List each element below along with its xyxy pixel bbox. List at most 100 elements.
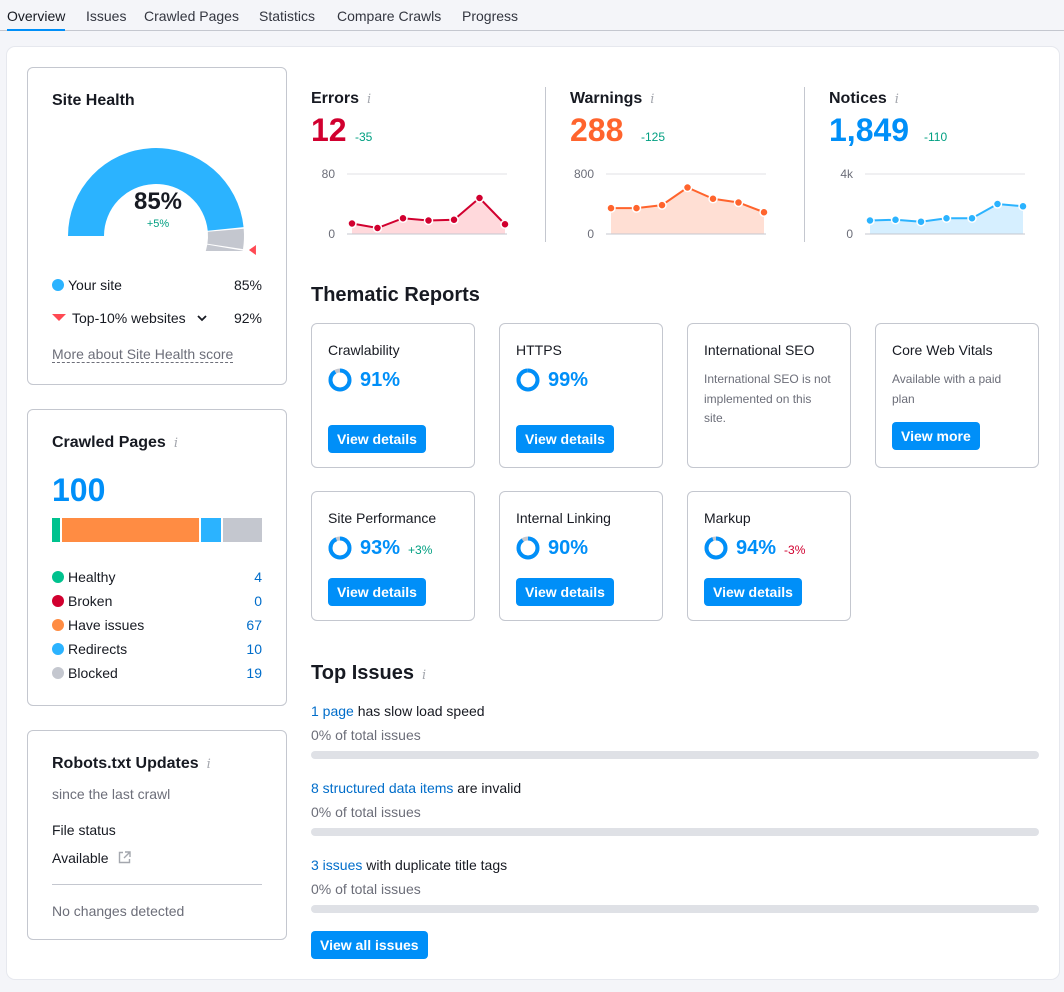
- notices-count[interactable]: 1,849: [829, 112, 909, 149]
- sparkline-point[interactable]: [759, 207, 769, 217]
- tab-progress[interactable]: Progress: [462, 8, 518, 25]
- sparkline-point[interactable]: [865, 215, 875, 226]
- tab-statistics[interactable]: Statistics: [259, 8, 315, 25]
- legend-your-site: Your site 85%: [52, 277, 262, 293]
- info-icon[interactable]: i: [367, 92, 371, 107]
- sparkline-point[interactable]: [890, 215, 901, 225]
- sparkline-point[interactable]: [398, 213, 408, 223]
- thematic-score: 91%: [328, 368, 400, 392]
- crawled-row-have-issues: Have issues 67: [52, 617, 262, 633]
- thematic-card-title: Core Web Vitals: [892, 342, 993, 358]
- tab-compare-crawls[interactable]: Compare Crawls: [337, 8, 441, 25]
- sparkline-point[interactable]: [474, 193, 485, 203]
- legend-top10[interactable]: Top-10% websites 92%: [52, 310, 262, 326]
- sparkline-point[interactable]: [967, 213, 977, 223]
- row-value[interactable]: 4: [254, 569, 262, 585]
- issue-description: 1 page has slow load speed: [311, 703, 1039, 719]
- view-details-button[interactable]: View details: [516, 425, 614, 453]
- thematic-score: 93% +3%: [328, 536, 432, 560]
- sparkline-point[interactable]: [347, 218, 357, 229]
- y-axis-min-label: 0: [328, 227, 335, 241]
- crawled-row-blocked: Blocked 19: [52, 665, 262, 681]
- sparkline-point[interactable]: [657, 200, 667, 210]
- top-issue-item: 8 structured data items are invalid 0% of…: [311, 780, 1039, 836]
- bar-segment-redirects[interactable]: [200, 518, 222, 542]
- row-value[interactable]: 67: [246, 617, 262, 633]
- view-details-button[interactable]: View details: [328, 578, 426, 606]
- issue-link[interactable]: 3 issues: [311, 857, 362, 873]
- row-value[interactable]: 19: [246, 665, 262, 681]
- top-issues-title-text: Top Issues: [311, 662, 414, 684]
- thematic-card-title: Markup: [704, 510, 751, 526]
- sparkline-point[interactable]: [916, 216, 926, 227]
- view-details-button[interactable]: View details: [328, 425, 426, 453]
- tab-issues[interactable]: Issues: [86, 8, 126, 25]
- info-icon[interactable]: i: [895, 92, 899, 107]
- sparkline-point[interactable]: [631, 203, 642, 213]
- status-dot-icon: [52, 595, 64, 607]
- robots-title-text: Robots.txt Updates: [52, 755, 199, 772]
- errors-delta: -35: [355, 130, 373, 144]
- thematic-score: 94% -3%: [704, 536, 805, 560]
- info-icon[interactable]: i: [207, 757, 211, 772]
- thematic-card-core-web-vitals: Core Web Vitals Available with a paid pla…: [875, 323, 1039, 468]
- chevron-down-icon[interactable]: [196, 313, 208, 323]
- issue-progress-bar: [311, 828, 1039, 836]
- thematic-card-title: HTTPS: [516, 342, 562, 358]
- sparkline-point[interactable]: [708, 194, 718, 204]
- sparkline-point[interactable]: [606, 203, 616, 213]
- bar-segment-blocked[interactable]: [223, 518, 262, 542]
- score-ring-icon: [516, 368, 540, 392]
- file-status-value[interactable]: Available: [52, 850, 132, 866]
- your-site-dot-icon: [52, 279, 64, 291]
- issue-link[interactable]: 8 structured data items: [311, 780, 453, 796]
- crawled-pages-title-text: Crawled Pages: [52, 434, 166, 451]
- warnings-title: Warnings i: [570, 90, 654, 108]
- crawled-pages-bar: [52, 518, 262, 542]
- row-label: Broken: [68, 593, 113, 609]
- errors-count[interactable]: 12: [311, 112, 347, 149]
- sparkline-point[interactable]: [1018, 201, 1028, 212]
- view-details-button[interactable]: View details: [704, 578, 802, 606]
- sparkline-point[interactable]: [449, 215, 459, 225]
- file-status-text: Available: [52, 850, 109, 866]
- issue-link[interactable]: 1 page: [311, 703, 354, 719]
- tab-overview[interactable]: Overview: [7, 8, 66, 31]
- bar-segment-have-issues[interactable]: [62, 518, 199, 542]
- notices-delta: -110: [924, 130, 948, 144]
- sparkline-point[interactable]: [682, 182, 693, 193]
- score-ring-icon: [704, 536, 728, 560]
- bar-segment-healthy[interactable]: [52, 518, 61, 542]
- sparkline-point[interactable]: [500, 219, 510, 229]
- sparkline-point[interactable]: [423, 215, 434, 226]
- row-value[interactable]: 10: [246, 641, 262, 657]
- view-more-button[interactable]: View more: [892, 422, 980, 450]
- warnings-count[interactable]: 288: [570, 112, 623, 149]
- notices-sparkline: 4k 0: [840, 167, 1028, 241]
- sparkline-point[interactable]: [941, 213, 952, 223]
- thematic-card-title: Site Performance: [328, 510, 437, 526]
- file-status-label: File status: [52, 822, 116, 838]
- view-all-issues-button[interactable]: View all issues: [311, 931, 428, 959]
- view-details-button[interactable]: View details: [516, 578, 614, 606]
- thematic-score: 99%: [516, 368, 588, 392]
- info-icon[interactable]: i: [174, 436, 178, 451]
- sparkline-point[interactable]: [733, 197, 744, 208]
- thematic-card-https: HTTPS 99% View details: [499, 323, 663, 468]
- y-axis-min-label: 0: [587, 227, 594, 241]
- info-icon[interactable]: i: [422, 668, 426, 683]
- row-value[interactable]: 0: [254, 593, 262, 609]
- row-label: Have issues: [68, 617, 145, 633]
- tab-crawled-pages[interactable]: Crawled Pages: [144, 8, 239, 25]
- sparkline-point[interactable]: [992, 199, 1003, 209]
- score-value: 99%: [548, 368, 589, 391]
- info-icon[interactable]: i: [650, 92, 654, 107]
- external-link-icon[interactable]: [118, 851, 132, 864]
- sparkline-point[interactable]: [372, 223, 383, 233]
- more-about-site-health-link[interactable]: More about Site Health score: [52, 346, 234, 363]
- y-axis-min-label: 0: [846, 227, 853, 241]
- crawled-pages-total[interactable]: 100: [52, 472, 105, 509]
- site-health-score: 85%: [133, 188, 183, 215]
- divider: [804, 87, 805, 242]
- robots-updates-card: Robots.txt Updates i since the last crawl…: [27, 730, 287, 940]
